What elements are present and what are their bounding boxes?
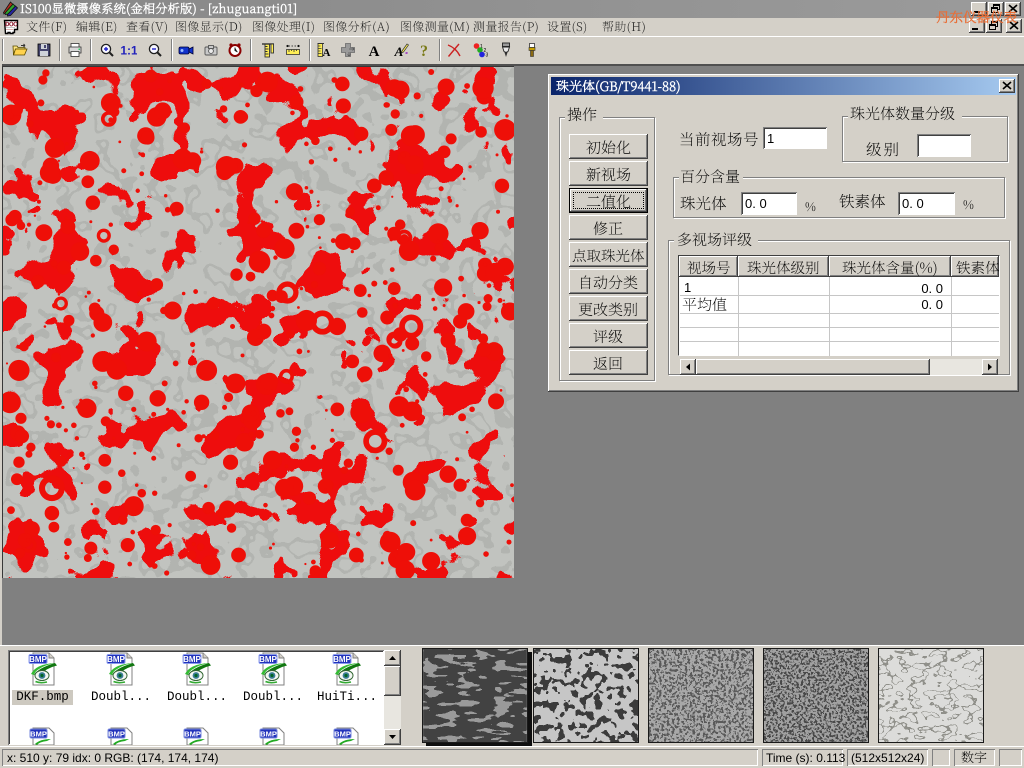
svg-text:BMP: BMP	[259, 655, 277, 664]
svg-text:BMP: BMP	[260, 730, 277, 739]
svg-text:BMP: BMP	[107, 655, 125, 664]
svg-text:A: A	[323, 47, 331, 58]
svg-text:BMP: BMP	[108, 730, 125, 739]
svg-text:3: 3	[486, 53, 489, 59]
svg-text:A: A	[369, 44, 380, 58]
svg-text:BMP: BMP	[30, 730, 47, 739]
svg-text:BMP: BMP	[334, 730, 351, 739]
svg-text:BMP: BMP	[184, 730, 201, 739]
svg-text:?: ?	[420, 43, 428, 58]
svg-text:BMP: BMP	[333, 655, 351, 664]
svg-text:BMP: BMP	[183, 655, 201, 664]
svg-text:BMP: BMP	[29, 655, 47, 664]
svg-text:1:1: 1:1	[121, 44, 137, 58]
